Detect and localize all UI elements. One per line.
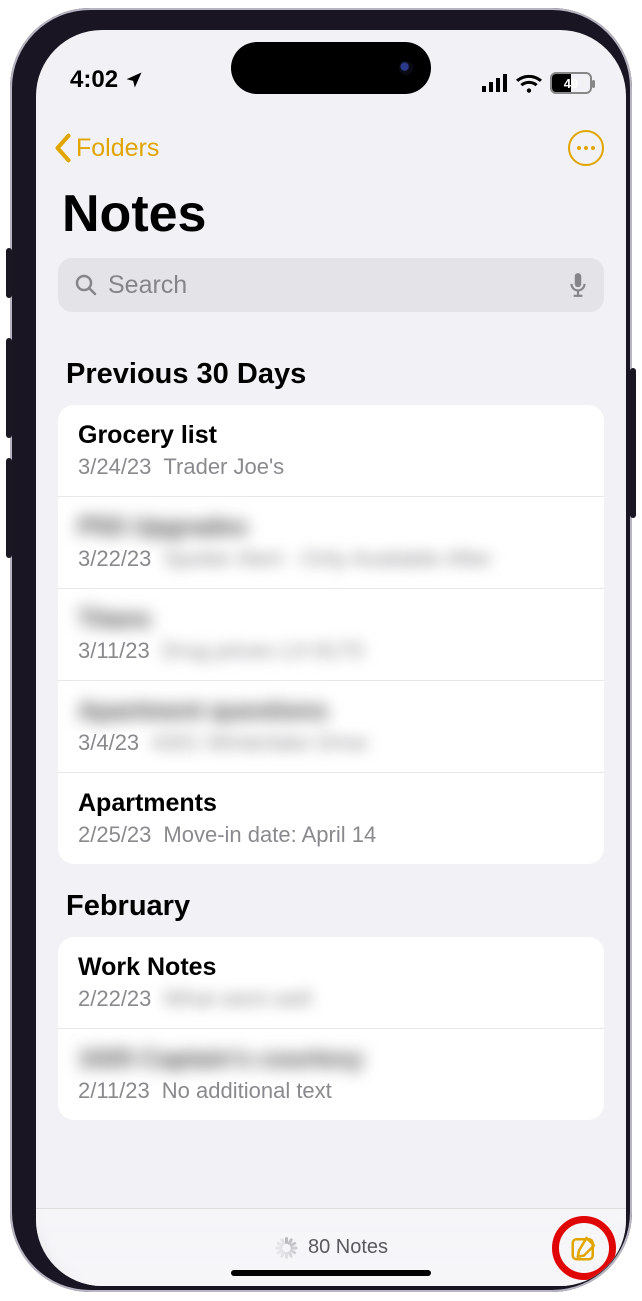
- note-title: Apartment questions: [78, 697, 584, 726]
- notes-list[interactable]: Previous 30 Days Grocery list 3/24/23 Tra…: [36, 332, 626, 1120]
- cellular-icon: [482, 74, 508, 92]
- microphone-icon[interactable]: [568, 272, 588, 298]
- more-options-button[interactable]: [568, 130, 604, 166]
- notes-count: 80 Notes: [308, 1236, 388, 1259]
- note-preview: Move-in date: April 14: [163, 822, 376, 848]
- side-button: [6, 248, 12, 298]
- battery-percent: 49: [552, 76, 590, 91]
- note-row[interactable]: Apartment questions 3/4/23 4301 Winterlak…: [58, 681, 604, 773]
- note-title: Titans: [78, 605, 584, 634]
- back-label: Folders: [76, 134, 159, 163]
- note-date: 2/11/23: [78, 1078, 150, 1104]
- note-preview: Drug prices LH 8170: [162, 638, 364, 664]
- page-title: Notes: [36, 174, 626, 258]
- note-date: 2/22/23: [78, 986, 151, 1012]
- location-icon: [124, 70, 144, 90]
- search-input[interactable]: Search: [58, 258, 604, 312]
- note-title: 1025 Captain's courtesy: [78, 1045, 584, 1074]
- nav-bar: Folders: [36, 100, 626, 174]
- home-indicator[interactable]: [231, 1270, 431, 1276]
- notes-group: Grocery list 3/24/23 Trader Joe's P5S Upg…: [58, 405, 604, 864]
- wifi-icon: [516, 73, 542, 93]
- note-date: 3/11/23: [78, 638, 150, 664]
- volume-up-button: [6, 338, 12, 438]
- note-title: Grocery list: [78, 421, 584, 450]
- note-row[interactable]: Grocery list 3/24/23 Trader Joe's: [58, 405, 604, 497]
- status-bar: 4:02 49: [36, 30, 626, 100]
- note-preview: 4301 Winterlake Drive: [151, 730, 367, 756]
- note-title: P5S Upgrades: [78, 513, 584, 542]
- note-date: 3/24/23: [78, 454, 151, 480]
- note-row[interactable]: Work Notes 2/22/23 What went well: [58, 937, 604, 1029]
- note-title: Apartments: [78, 789, 584, 818]
- power-button: [630, 368, 636, 518]
- note-preview: What went well: [163, 986, 311, 1012]
- note-row[interactable]: Apartments 2/25/23 Move-in date: April 14: [58, 773, 604, 864]
- chevron-left-icon: [54, 133, 72, 163]
- back-button[interactable]: Folders: [54, 133, 159, 163]
- note-date: 2/25/23: [78, 822, 151, 848]
- battery-icon: 49: [550, 72, 592, 94]
- loading-spinner-icon: [274, 1237, 296, 1259]
- search-icon: [74, 273, 98, 297]
- note-date: 3/22/23: [78, 546, 151, 572]
- volume-down-button: [6, 458, 12, 558]
- note-row[interactable]: 1025 Captain's courtesy 2/11/23 No additi…: [58, 1029, 604, 1120]
- notes-group: Work Notes 2/22/23 What went well 1025 Ca…: [58, 937, 604, 1120]
- section-header: Previous 30 Days: [58, 332, 604, 405]
- note-preview: Spoiler Alert - Only Available After: [163, 546, 492, 572]
- note-preview: Trader Joe's: [163, 454, 284, 480]
- note-date: 3/4/23: [78, 730, 139, 756]
- compose-button[interactable]: [569, 1233, 599, 1263]
- note-row[interactable]: Titans 3/11/23 Drug prices LH 8170: [58, 589, 604, 681]
- ellipsis-icon: [577, 146, 595, 150]
- annotation-highlight: [552, 1216, 616, 1280]
- phone-frame: 4:02 49 Folders Notes: [10, 8, 632, 1292]
- note-title: Work Notes: [78, 953, 584, 982]
- section-header: February: [58, 864, 604, 937]
- note-row[interactable]: P5S Upgrades 3/22/23 Spoiler Alert - Only…: [58, 497, 604, 589]
- search-placeholder: Search: [108, 271, 558, 300]
- status-time: 4:02: [70, 66, 118, 94]
- note-preview: No additional text: [162, 1078, 332, 1104]
- phone-screen: 4:02 49 Folders Notes: [36, 30, 626, 1286]
